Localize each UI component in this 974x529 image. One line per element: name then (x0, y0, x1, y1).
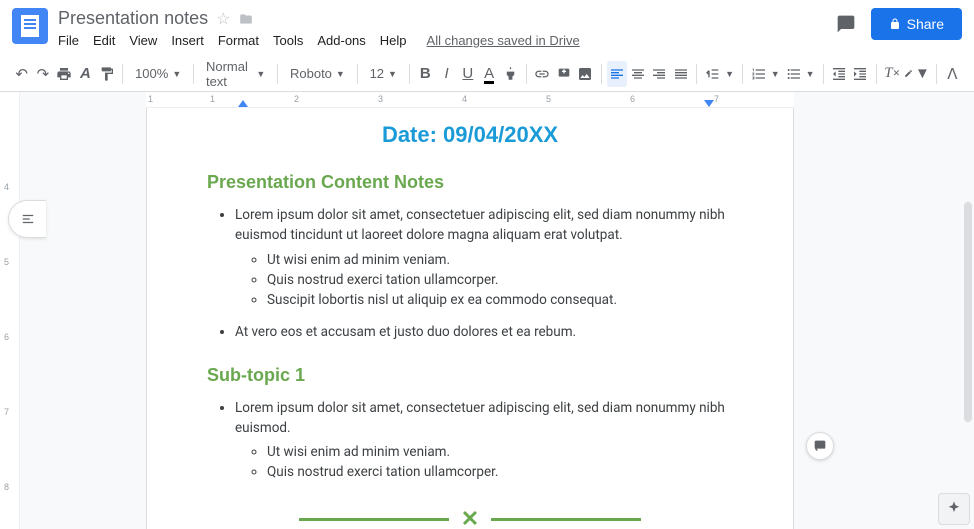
insert-image-button[interactable] (575, 61, 594, 87)
section-heading-2: Sub-topic 1 (207, 365, 733, 386)
list-item: Quis nostrud exerci tation ullamcorper. (267, 462, 733, 482)
list-item: At vero eos et accusam et justo duo dolo… (235, 322, 733, 342)
align-left-button[interactable] (607, 61, 626, 87)
line-spacing-button[interactable]: ▼ (703, 61, 736, 87)
share-label: Share (907, 16, 944, 32)
comments-icon[interactable] (835, 14, 857, 34)
menu-format[interactable]: Format (218, 33, 259, 48)
align-center-button[interactable] (629, 61, 648, 87)
bulleted-list-button[interactable]: ▼ (784, 61, 817, 87)
bullet-list-2: Lorem ipsum dolor sit amet, consectetuer… (207, 398, 733, 483)
date-heading: Date: 09/04/20XX (207, 122, 733, 148)
toolbar: ↶ ↷ A 100%▼ Normal text▼ Roboto▼ 12▼ B I… (0, 56, 974, 92)
scrollbar[interactable] (964, 202, 972, 422)
add-comment-side-button[interactable] (806, 432, 834, 460)
editing-mode-button[interactable]: ▼ (904, 61, 930, 87)
menu-file[interactable]: File (58, 33, 79, 48)
italic-button[interactable]: I (437, 61, 456, 87)
insert-comment-button[interactable] (554, 61, 573, 87)
outline-toggle-button[interactable] (8, 200, 46, 238)
paint-format-button[interactable] (97, 61, 116, 87)
list-item: Ut wisi enim ad minim veniam. (267, 250, 733, 270)
style-select[interactable]: Normal text▼ (200, 61, 271, 87)
font-size-select[interactable]: 12▼ (364, 61, 403, 87)
menu-edit[interactable]: Edit (93, 33, 115, 48)
section-divider: ✕ (207, 507, 733, 529)
align-justify-button[interactable] (671, 61, 690, 87)
bullet-list-1: Lorem ipsum dolor sit amet, consectetuer… (207, 205, 733, 343)
workspace: 4 5 6 7 8 1 1 2 3 4 5 6 7 Date: 09/04/20… (0, 92, 974, 529)
print-button[interactable] (55, 61, 74, 87)
numbered-list-button[interactable]: ▼ (749, 61, 782, 87)
titlebar: Presentation notes ☆ File Edit View Inse… (0, 0, 974, 56)
menu-bar: File Edit View Insert Format Tools Add-o… (58, 33, 835, 48)
document-title[interactable]: Presentation notes (58, 8, 208, 29)
list-item: Suscipit lobortis nisl ut aliquip ex ea … (267, 290, 733, 310)
font-select[interactable]: Roboto▼ (284, 61, 351, 87)
redo-button[interactable]: ↷ (33, 61, 52, 87)
menu-view[interactable]: View (129, 33, 157, 48)
move-folder-icon[interactable] (238, 12, 254, 26)
hide-menus-button[interactable]: ᐱ (943, 61, 962, 87)
share-button[interactable]: Share (871, 8, 962, 40)
clear-formatting-button[interactable]: T✕ (883, 61, 902, 87)
star-icon[interactable]: ☆ (216, 9, 230, 29)
menu-tools[interactable]: Tools (273, 33, 303, 48)
list-item: Quis nostrud exerci tation ullamcorper. (267, 270, 733, 290)
menu-addons[interactable]: Add-ons (317, 33, 365, 48)
horizontal-ruler[interactable]: 1 1 2 3 4 5 6 7 (146, 92, 794, 108)
list-item: Lorem ipsum dolor sit amet, consectetuer… (235, 398, 733, 483)
menu-insert[interactable]: Insert (171, 33, 204, 48)
section-heading-1: Presentation Content Notes (207, 172, 733, 193)
document-page[interactable]: Date: 09/04/20XX Presentation Content No… (146, 108, 794, 529)
vertical-ruler: 4 5 6 7 8 (0, 92, 20, 529)
highlight-button[interactable] (501, 61, 520, 87)
explore-button[interactable] (938, 493, 970, 525)
undo-button[interactable]: ↶ (12, 61, 31, 87)
decrease-indent-button[interactable] (829, 61, 848, 87)
align-right-button[interactable] (650, 61, 669, 87)
list-item: Lorem ipsum dolor sit amet, consectetuer… (235, 205, 733, 310)
bold-button[interactable]: B (416, 61, 435, 87)
zoom-select[interactable]: 100%▼ (129, 61, 187, 87)
underline-button[interactable]: U (458, 61, 477, 87)
menu-help[interactable]: Help (380, 33, 407, 48)
text-color-button[interactable]: A (479, 61, 498, 87)
insert-link-button[interactable] (533, 61, 552, 87)
list-item: Ut wisi enim ad minim veniam. (267, 442, 733, 462)
docs-logo[interactable] (12, 8, 48, 44)
save-status[interactable]: All changes saved in Drive (427, 33, 580, 48)
increase-indent-button[interactable] (851, 61, 870, 87)
spellcheck-button[interactable]: A (76, 61, 95, 87)
